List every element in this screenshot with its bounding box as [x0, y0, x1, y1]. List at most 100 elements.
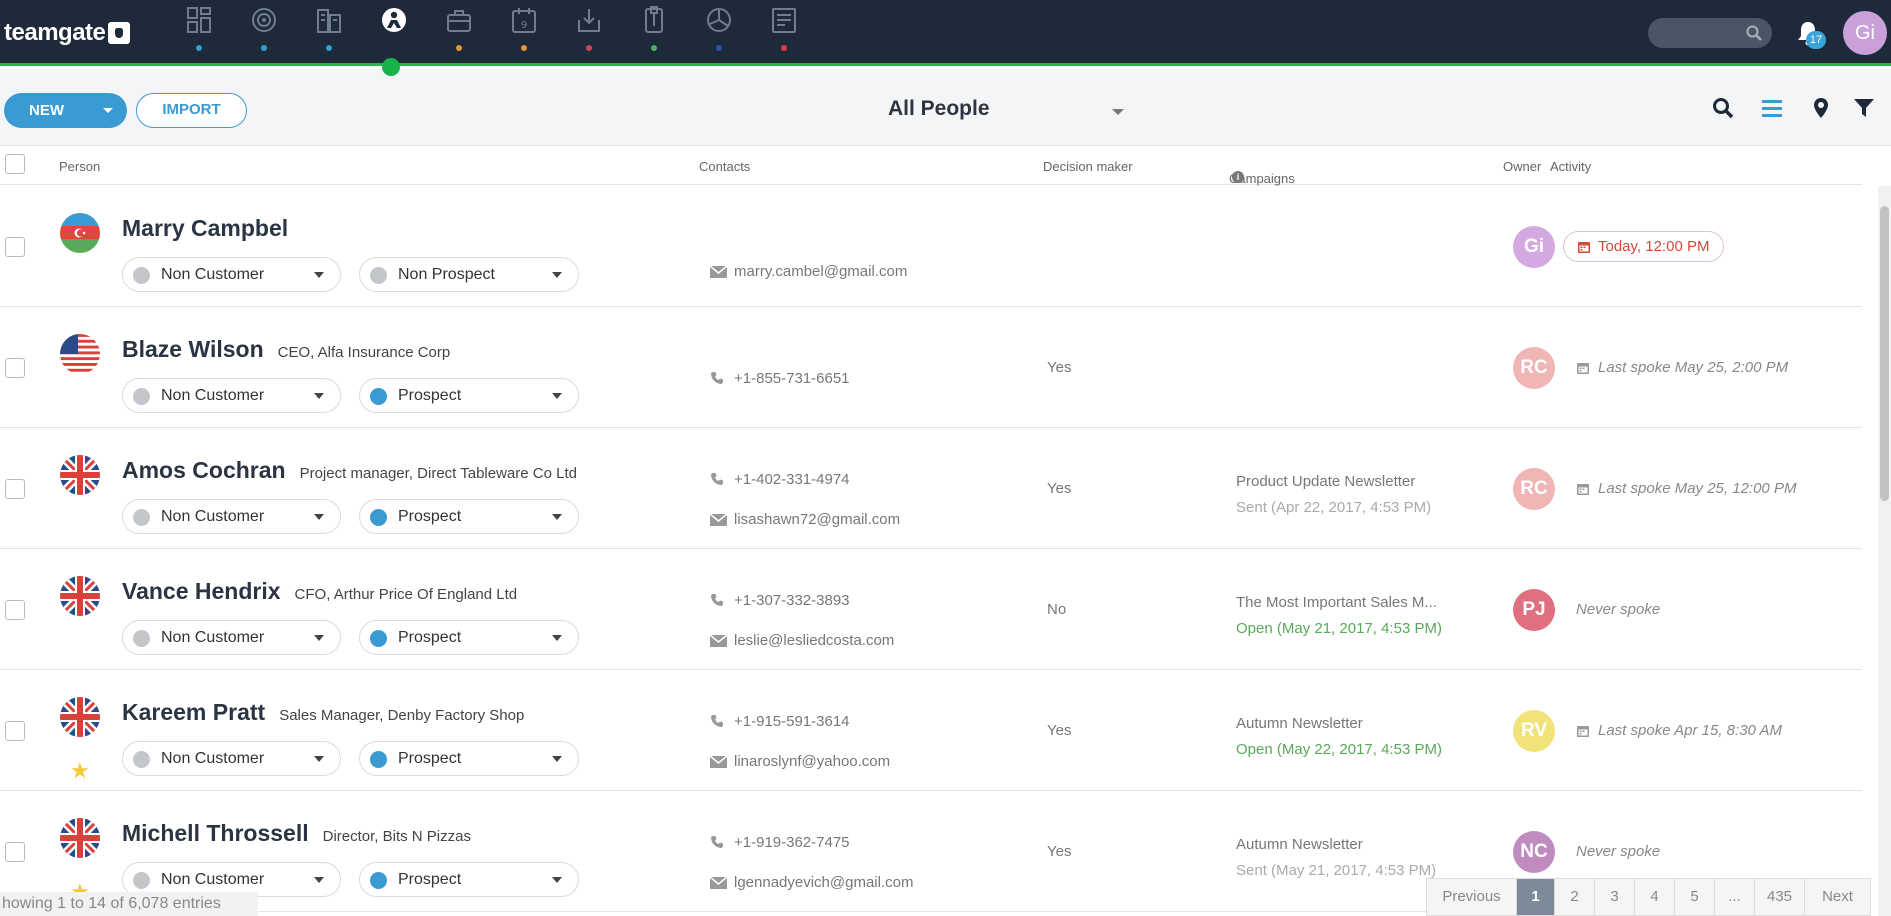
- campaign-name[interactable]: Product Update Newsletter: [1236, 473, 1415, 490]
- prospect-status-dropdown[interactable]: Prospect: [359, 862, 579, 897]
- table-row[interactable]: Marry Campbel Non Customer Non Prospect mar…: [0, 186, 1862, 307]
- owner-avatar[interactable]: Gi: [1513, 226, 1555, 268]
- person-name-text[interactable]: Blaze Wilson: [122, 336, 264, 362]
- next-page-button[interactable]: Next: [1805, 879, 1870, 915]
- email-address[interactable]: linaroslynf@yahoo.com: [734, 753, 890, 770]
- page-1[interactable]: 1: [1517, 879, 1555, 915]
- row-checkbox[interactable]: [5, 721, 25, 741]
- person-name-text[interactable]: Vance Hendrix: [122, 578, 281, 604]
- person-name[interactable]: Blaze Wilson CEO, Alfa Insurance Corp: [122, 336, 450, 363]
- view-selector[interactable]: All People: [888, 97, 1128, 125]
- global-search-input[interactable]: [1648, 18, 1772, 48]
- phone-contact[interactable]: +1-402-331-4974: [710, 471, 850, 490]
- vertical-scrollbar[interactable]: [1878, 186, 1891, 916]
- phone-number[interactable]: +1-915-591-3614: [734, 713, 850, 730]
- nav-item-dashboard[interactable]: [166, 0, 231, 66]
- owner-avatar[interactable]: NC: [1513, 831, 1555, 873]
- column-owner[interactable]: Owner: [1503, 159, 1541, 174]
- customer-status-dropdown[interactable]: Non Customer: [122, 741, 341, 776]
- table-row[interactable]: Blaze Wilson CEO, Alfa Insurance Corp Non …: [0, 307, 1862, 428]
- owner-avatar[interactable]: PJ: [1513, 589, 1555, 631]
- person-name-text[interactable]: Amos Cochran: [122, 457, 286, 483]
- nav-item-people[interactable]: [361, 0, 426, 76]
- prospect-status-dropdown[interactable]: Prospect: [359, 741, 579, 776]
- page-2[interactable]: 2: [1555, 879, 1595, 915]
- nav-item-inbox[interactable]: [556, 0, 621, 66]
- person-name-text[interactable]: Kareem Pratt: [122, 699, 265, 725]
- row-checkbox[interactable]: [5, 237, 25, 257]
- activity-badge[interactable]: Today, 12:00 PM: [1563, 231, 1725, 262]
- page-3[interactable]: 3: [1595, 879, 1635, 915]
- person-name[interactable]: Amos Cochran Project manager, Direct Tabl…: [122, 457, 577, 484]
- page-5[interactable]: 5: [1675, 879, 1715, 915]
- page-4[interactable]: 4: [1635, 879, 1675, 915]
- email-address[interactable]: leslie@lesliedcosta.com: [734, 632, 894, 649]
- email-contact[interactable]: linaroslynf@yahoo.com: [709, 753, 890, 772]
- person-name-text[interactable]: Marry Campbel: [122, 215, 288, 241]
- person-name[interactable]: Kareem Pratt Sales Manager, Denby Factory…: [122, 699, 524, 726]
- row-checkbox[interactable]: [5, 600, 25, 620]
- nav-item-calendar[interactable]: 9: [491, 0, 556, 66]
- column-contacts[interactable]: Contacts: [699, 159, 750, 174]
- prospect-status-dropdown[interactable]: Prospect: [359, 378, 579, 413]
- filter-icon[interactable]: [1853, 97, 1875, 119]
- phone-contact[interactable]: +1-307-332-3893: [710, 592, 850, 611]
- user-avatar[interactable]: Gi: [1843, 11, 1887, 55]
- table-row[interactable]: Vance Hendrix CFO, Arthur Price Of Englan…: [0, 549, 1862, 670]
- prospect-status-dropdown[interactable]: Non Prospect: [359, 257, 579, 292]
- customer-status-dropdown[interactable]: Non Customer: [122, 620, 341, 655]
- nav-item-reports[interactable]: [686, 0, 751, 66]
- list-view-icon[interactable]: [1761, 97, 1783, 119]
- phone-number[interactable]: +1-855-731-6651: [734, 370, 850, 387]
- phone-number[interactable]: +1-402-331-4974: [734, 471, 850, 488]
- email-address[interactable]: marry.cambel@gmail.com: [734, 263, 907, 280]
- previous-page-button[interactable]: Previous: [1427, 879, 1517, 915]
- email-contact[interactable]: marry.cambel@gmail.com: [709, 263, 907, 282]
- phone-contact[interactable]: +1-915-591-3614: [710, 713, 850, 732]
- search-icon[interactable]: [1712, 97, 1734, 119]
- row-checkbox[interactable]: [5, 842, 25, 862]
- table-row[interactable]: ★ Kareem Pratt Sales Manager, Denby Factor…: [0, 670, 1862, 791]
- select-all-checkbox[interactable]: [5, 154, 25, 174]
- scrollbar-thumb[interactable]: [1880, 206, 1889, 501]
- nav-item-target[interactable]: [231, 0, 296, 66]
- customer-status-dropdown[interactable]: Non Customer: [122, 378, 341, 413]
- nav-item-invoices[interactable]: [751, 0, 816, 66]
- phone-contact[interactable]: +1-919-362-7475: [710, 834, 850, 853]
- owner-avatar[interactable]: RC: [1513, 468, 1555, 510]
- email-contact[interactable]: lisashawn72@gmail.com: [709, 511, 900, 530]
- person-name[interactable]: Vance Hendrix CFO, Arthur Price Of Englan…: [122, 578, 517, 605]
- prospect-status-dropdown[interactable]: Prospect: [359, 499, 579, 534]
- email-contact[interactable]: leslie@lesliedcosta.com: [709, 632, 894, 651]
- info-icon[interactable]: i: [1232, 171, 1244, 183]
- owner-avatar[interactable]: RV: [1513, 710, 1555, 752]
- star-icon[interactable]: ★: [70, 760, 90, 782]
- prospect-status-dropdown[interactable]: Prospect: [359, 620, 579, 655]
- person-name-text[interactable]: Michell Throssell: [122, 820, 309, 846]
- owner-avatar[interactable]: RC: [1513, 347, 1555, 389]
- nav-item-deals[interactable]: [426, 0, 491, 66]
- person-name[interactable]: Marry Campbel: [122, 215, 288, 242]
- customer-status-dropdown[interactable]: Non Customer: [122, 499, 341, 534]
- person-name[interactable]: Michell Throssell Director, Bits N Pizzas: [122, 820, 471, 847]
- email-contact[interactable]: lgennadyevich@gmail.com: [709, 874, 913, 893]
- map-pin-icon[interactable]: [1810, 97, 1832, 119]
- email-address[interactable]: lisashawn72@gmail.com: [734, 511, 900, 528]
- phone-number[interactable]: +1-307-332-3893: [734, 592, 850, 609]
- table-row[interactable]: Amos Cochran Project manager, Direct Tabl…: [0, 428, 1862, 549]
- phone-contact[interactable]: +1-855-731-6651: [710, 370, 850, 389]
- new-button[interactable]: NEW: [4, 93, 127, 128]
- row-checkbox[interactable]: [5, 479, 25, 499]
- campaign-name[interactable]: Autumn Newsletter: [1236, 836, 1363, 853]
- column-person[interactable]: Person: [59, 159, 100, 174]
- email-address[interactable]: lgennadyevich@gmail.com: [734, 874, 913, 891]
- page-435[interactable]: 435: [1755, 879, 1805, 915]
- teamgate-logo[interactable]: teamgate: [4, 19, 131, 47]
- column-activity[interactable]: Activity: [1550, 159, 1591, 174]
- row-checkbox[interactable]: [5, 358, 25, 378]
- nav-item-documents[interactable]: [621, 0, 686, 66]
- campaign-name[interactable]: Autumn Newsletter: [1236, 715, 1363, 732]
- phone-number[interactable]: +1-919-362-7475: [734, 834, 850, 851]
- page-ellipsis[interactable]: ...: [1715, 879, 1755, 915]
- column-decision-maker[interactable]: Decision maker: [1043, 159, 1133, 174]
